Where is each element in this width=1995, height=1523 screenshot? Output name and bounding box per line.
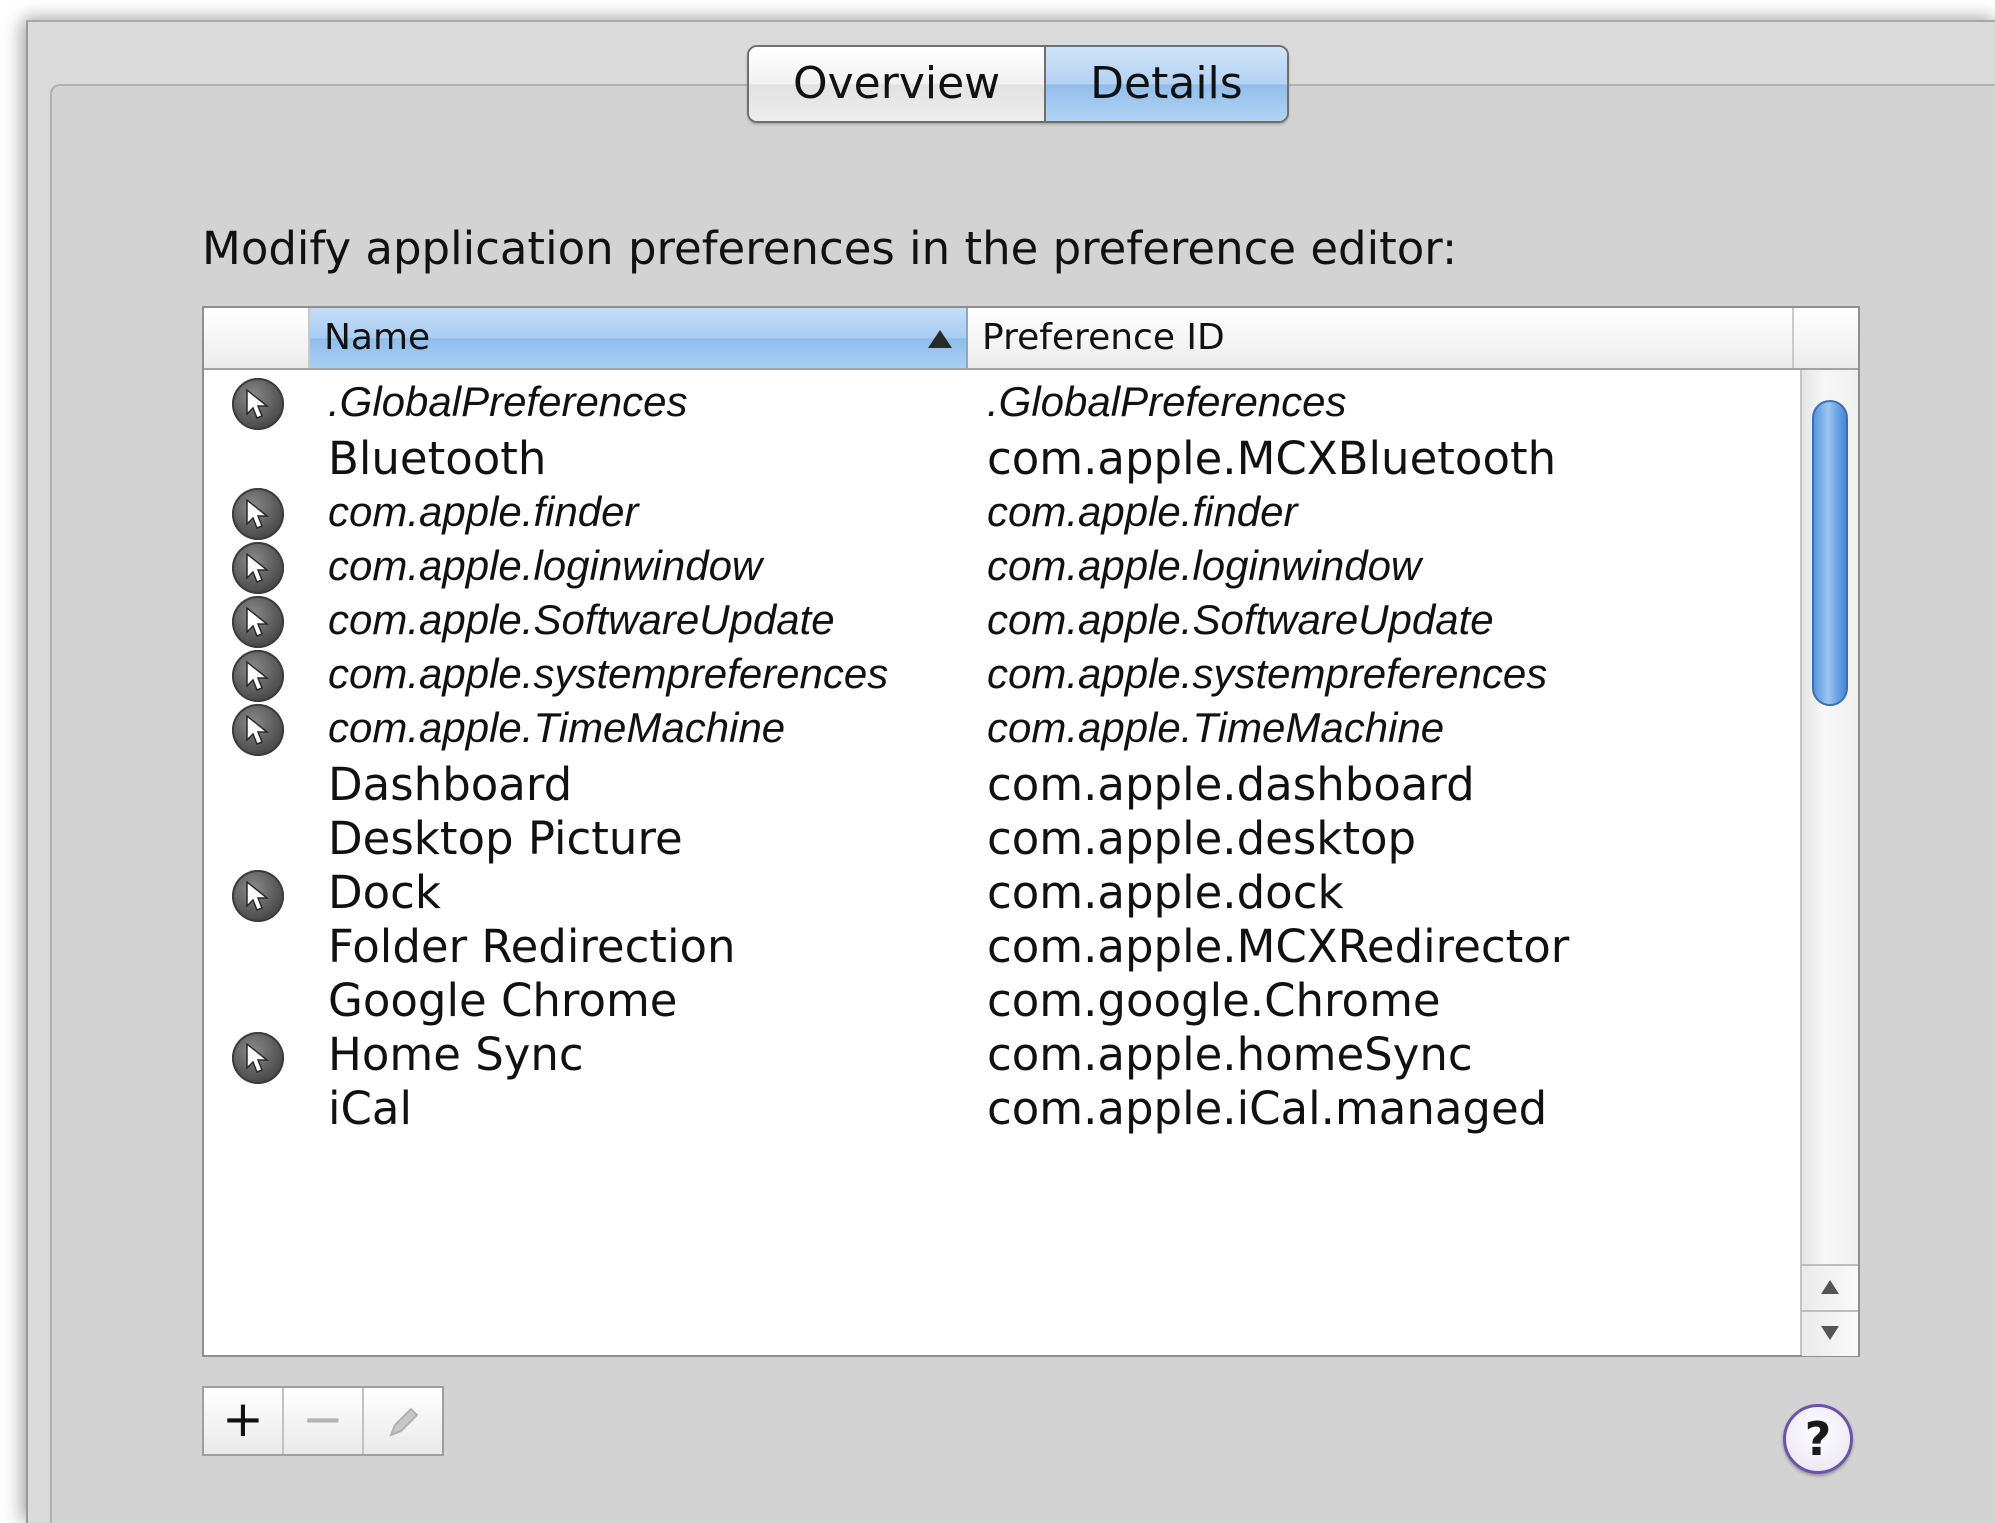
help-button[interactable]: ? [1783,1404,1853,1474]
table-row[interactable]: Folder Redirection com.apple.MCXRedirecto… [204,920,1794,976]
name-cell: com.apple.loginwindow [328,542,763,589]
preference-id-cell: com.apple.MCXBluetooth [987,432,1557,485]
table-row[interactable]: com.apple.finder com.apple.finder [204,484,1794,540]
managed-cursor-icon [232,378,284,430]
sort-ascending-icon [928,330,952,348]
preference-id-column-label: Preference ID [982,317,1225,358]
table-row[interactable]: Bluetooth com.apple.MCXBluetooth [204,432,1794,488]
table-row[interactable]: com.apple.loginwindow com.apple.loginwind… [204,538,1794,594]
table-row[interactable]: Dashboard com.apple.dashboard [204,758,1794,814]
arrow-down-icon [1821,1326,1839,1340]
preference-id-cell: com.apple.TimeMachine [987,704,1445,751]
pencil-icon [383,1390,423,1448]
name-cell: .GlobalPreferences [328,378,688,425]
managed-cursor-icon [232,596,284,648]
managed-cursor-icon [232,542,284,594]
name-cell: Dock [328,866,441,919]
preference-id-cell: .GlobalPreferences [987,378,1347,425]
name-column-header[interactable]: Name [310,308,968,368]
preference-id-cell: com.apple.iCal.managed [987,1082,1548,1135]
icon-column-header[interactable] [204,308,310,368]
preferences-table: Name Preference ID .GlobalPreferences .Gl… [202,306,1860,1357]
table-header: Name Preference ID [204,308,1858,370]
name-cell: Home Sync [328,1028,584,1081]
header-corner [1794,308,1858,368]
preference-id-cell: com.apple.finder [987,488,1298,535]
managed-cursor-icon [232,1032,284,1084]
name-cell: Dashboard [328,758,573,811]
managed-cursor-icon [232,488,284,540]
table-row[interactable]: Dock com.apple.dock [204,866,1794,922]
name-cell: iCal [328,1082,413,1135]
name-cell: com.apple.SoftwareUpdate [328,596,835,643]
scroll-up-button[interactable] [1802,1264,1858,1310]
table-row[interactable]: .GlobalPreferences .GlobalPreferences [204,374,1794,430]
table-row[interactable]: iCal com.apple.iCal.managed [204,1082,1794,1138]
tab-bar: Overview Details [747,45,1289,123]
vertical-scrollbar[interactable] [1800,370,1858,1356]
preference-id-cell: com.apple.desktop [987,812,1417,865]
name-column-label: Name [324,317,431,358]
add-button[interactable]: + [204,1388,284,1454]
instruction-label: Modify application preferences in the pr… [202,222,1458,275]
name-cell: com.apple.systempreferences [328,650,889,697]
table-action-buttons: + − [202,1386,444,1456]
preference-id-cell: com.apple.dock [987,866,1344,919]
table-row[interactable]: com.apple.SoftwareUpdate com.apple.Softwa… [204,592,1794,648]
scroll-thumb[interactable] [1812,400,1848,706]
managed-cursor-icon [232,704,284,756]
name-cell: Google Chrome [328,974,678,1027]
preference-id-cell: com.apple.SoftwareUpdate [987,596,1494,643]
scroll-down-button[interactable] [1802,1310,1858,1356]
preference-id-cell: com.apple.loginwindow [987,542,1422,589]
tab-details[interactable]: Details [1044,47,1287,121]
preference-id-cell: com.apple.dashboard [987,758,1475,811]
table-row[interactable]: Desktop Picture com.apple.desktop [204,812,1794,868]
table-row[interactable]: com.apple.systempreferences com.apple.sys… [204,646,1794,702]
table-body: .GlobalPreferences .GlobalPreferences Blue… [204,370,1794,1355]
managed-cursor-icon [232,650,284,702]
tab-overview[interactable]: Overview [749,47,1045,121]
preference-id-cell: com.apple.homeSync [987,1028,1473,1081]
remove-button[interactable]: − [284,1388,364,1454]
name-cell: Folder Redirection [328,920,736,973]
name-cell: Desktop Picture [328,812,683,865]
name-cell: com.apple.TimeMachine [328,704,786,751]
name-cell: com.apple.finder [328,488,639,535]
table-row[interactable]: Google Chrome com.google.Chrome [204,974,1794,1030]
preference-id-cell: com.google.Chrome [987,974,1441,1027]
name-cell: Bluetooth [328,432,547,485]
preference-id-column-header[interactable]: Preference ID [968,308,1794,368]
table-row[interactable]: Home Sync com.apple.homeSync [204,1028,1794,1084]
preference-id-cell: com.apple.MCXRedirector [987,920,1570,973]
edit-button[interactable] [364,1388,442,1454]
arrow-up-icon [1821,1280,1839,1294]
table-row[interactable]: com.apple.TimeMachine com.apple.TimeMachi… [204,700,1794,756]
managed-cursor-icon [232,870,284,922]
preference-id-cell: com.apple.systempreferences [987,650,1548,697]
